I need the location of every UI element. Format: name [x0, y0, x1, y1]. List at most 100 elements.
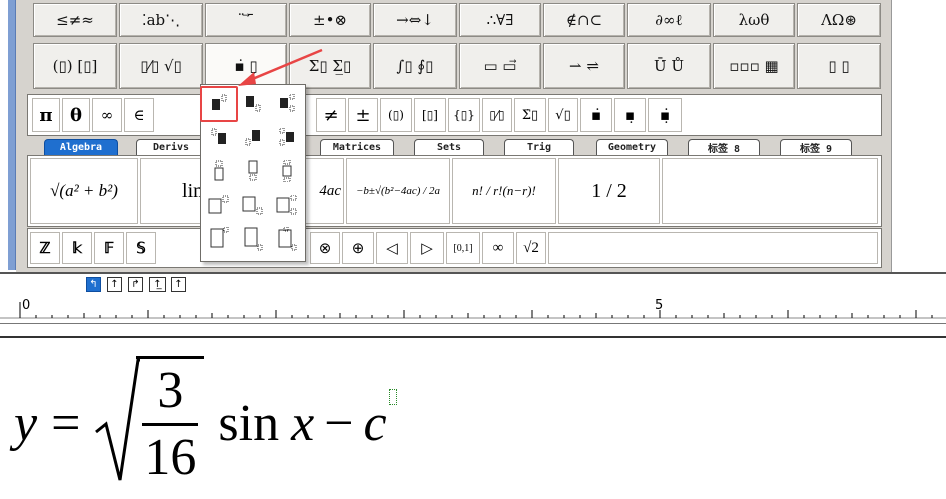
ruler-label-mid: 5 [655, 298, 664, 313]
interval-symbol[interactable]: [0,1] [446, 232, 480, 264]
k-symbol[interactable]: 𝕜 [62, 232, 92, 264]
superscript-template[interactable]: ▪̇ [580, 98, 612, 132]
subscript-option[interactable] [239, 91, 267, 115]
fences-palette-button[interactable]: (▯) [▯] [33, 43, 117, 89]
over-under-script-option[interactable] [273, 159, 301, 183]
tab-matrices[interactable]: Matrices [320, 139, 394, 155]
expr-combination[interactable]: n! / r!(n−r)! [452, 158, 556, 224]
integrals-palette-button[interactable]: ∫▯ ∮▯ [373, 43, 457, 89]
fraction-bar [142, 423, 199, 426]
left-sub-superscript-template-icon [279, 128, 294, 146]
infinity-template[interactable]: ∞ [92, 98, 122, 132]
eq-numerator: 3 [157, 362, 184, 419]
sub-superscript-option[interactable] [273, 91, 301, 115]
set-theory-palette-button[interactable]: ∉∩⊂ [543, 3, 625, 37]
s-symbol[interactable]: 𝕊 [126, 232, 156, 264]
level-button-3[interactable]: ↱ [128, 277, 143, 292]
tab-algebra[interactable]: Algebra [44, 139, 118, 155]
theta-template[interactable]: θ [62, 98, 90, 132]
over-script-option[interactable] [205, 159, 233, 183]
not-equal-template[interactable]: ≠ [316, 98, 346, 132]
left-superscript-option[interactable] [205, 125, 233, 149]
brackets-template[interactable]: [▯] [414, 98, 446, 132]
parentheses-template[interactable]: (▯) [380, 98, 412, 132]
under-script-template-icon [248, 160, 258, 181]
summation-palette-button[interactable]: Σ▯ Σ̲▯ [289, 43, 371, 89]
boxes-palette-button[interactable]: ▯ ▯ [797, 43, 881, 89]
products-palette-button[interactable]: Ū̇ Ů [627, 43, 711, 89]
eq-minus: − [324, 394, 354, 452]
spaces-ellipses-palette-button[interactable]: ⁚ab⋱ [119, 3, 203, 37]
tab-geometry[interactable]: Geometry [596, 139, 668, 155]
greek-lower-palette-button[interactable]: λωθ [713, 3, 795, 37]
tensor-product-symbol[interactable]: ⊗ [310, 232, 340, 264]
ruler-label-start: 0 [22, 298, 31, 313]
left-superscript-template-icon [211, 128, 226, 144]
tall-sub-superscript-option[interactable] [273, 227, 301, 251]
eq-c: c [363, 394, 387, 452]
integers-symbol[interactable]: ℤ [30, 232, 60, 264]
tall-superscript-option[interactable] [205, 227, 233, 251]
direct-sum-symbol[interactable]: ⊕ [342, 232, 374, 264]
box-superscript-option[interactable] [205, 193, 233, 217]
embellishments-palette-button[interactable]: ¨ ⃗ ̄ [205, 3, 287, 37]
expr-pythagoras[interactable]: √(a² + b²) [30, 158, 138, 224]
left-sub-superscript-option[interactable] [273, 125, 301, 149]
box-subscript-option[interactable] [239, 193, 267, 217]
tall-subscript-template-icon [244, 227, 263, 251]
infinity-symbol[interactable]: ∞ [482, 232, 514, 264]
plus-minus-template[interactable]: ± [348, 98, 378, 132]
level-button-5[interactable]: ↑ [171, 277, 186, 292]
over-under-script-template-icon [282, 160, 292, 182]
radicand: 3 16 [136, 356, 205, 484]
ruler: 0 5 [0, 298, 946, 324]
fraction-template[interactable]: ▯⁄▯ [482, 98, 512, 132]
tab-derivs[interactable]: Derivs [136, 139, 206, 155]
arrows-palette-button[interactable]: →⇔↓ [373, 3, 457, 37]
operators-palette-button[interactable]: ±•⊗ [289, 3, 371, 37]
expr-empty-slot [662, 158, 878, 224]
expr-discriminant[interactable]: 4ac [302, 158, 344, 224]
scripts-palette-button[interactable]: ▪̇ ▯̣ [205, 43, 287, 89]
sqrt-template[interactable]: √▯ [548, 98, 578, 132]
under-script-option[interactable] [239, 159, 267, 183]
superscript-slot-cursor[interactable] [388, 389, 397, 405]
tab-8[interactable]: 标签 8 [688, 139, 760, 155]
window-left-strip [8, 0, 16, 270]
misc-symbols-palette-button[interactable]: ∂∞ℓ [627, 3, 711, 37]
greek-upper-palette-button[interactable]: ΛΩ⊛ [797, 3, 881, 37]
tab-9[interactable]: 标签 9 [780, 139, 852, 155]
fractions-radicals-palette-button[interactable]: ▯⁄▯ √▯ [119, 43, 203, 89]
superscript-highlight [200, 86, 238, 122]
tab-trig[interactable]: Trig [504, 139, 574, 155]
normal-subgroup-symbol[interactable]: ◁ [376, 232, 408, 264]
box-subscript-template-icon [242, 196, 263, 215]
expr-quadratic[interactable]: −b±√(b²−4ac) / 2a [346, 158, 450, 224]
element-of-template[interactable]: ∈ [124, 98, 154, 132]
relations-palette-button[interactable]: ≤≠≈ [33, 3, 117, 37]
level-button-4[interactable]: ↑̲ [149, 277, 166, 292]
labeled-arrows-palette-button[interactable]: ⇀ ⇌ [543, 43, 625, 89]
sum-template[interactable]: Σ̇▯ [514, 98, 546, 132]
expr-half[interactable]: 1 / 2 [558, 158, 660, 224]
logic-palette-button[interactable]: ∴∀∃ [459, 3, 541, 37]
contains-normal-symbol[interactable]: ▷ [410, 232, 444, 264]
matrices-palette-button[interactable]: ▫▫▫ ▦ [713, 43, 795, 89]
eq-function: sin [218, 394, 280, 452]
subscript-template[interactable]: ▪̣ [614, 98, 646, 132]
tall-subscript-option[interactable] [239, 227, 267, 251]
tab-sets[interactable]: Sets [414, 139, 484, 155]
left-subscript-option[interactable] [239, 125, 267, 149]
pi-template[interactable]: π [32, 98, 60, 132]
braces-template[interactable]: {▯} [448, 98, 480, 132]
underbar-overbar-palette-button[interactable]: ▭ ▭⃗ [459, 43, 541, 89]
subscript-template-icon [246, 96, 261, 112]
level-button-1[interactable]: ↰ [86, 277, 101, 292]
equation: y = 3 16 sin x − c [14, 356, 397, 488]
sqrt2-symbol[interactable]: √2 [516, 232, 546, 264]
sub-superscript-template[interactable]: ▪̣̇ [648, 98, 682, 132]
box-sub-superscript-option[interactable] [273, 193, 301, 217]
field-symbol[interactable]: 𝔽 [94, 232, 124, 264]
equation-editor[interactable]: y = 3 16 sin x − c [0, 336, 946, 499]
level-button-2[interactable]: ↑ [107, 277, 122, 292]
